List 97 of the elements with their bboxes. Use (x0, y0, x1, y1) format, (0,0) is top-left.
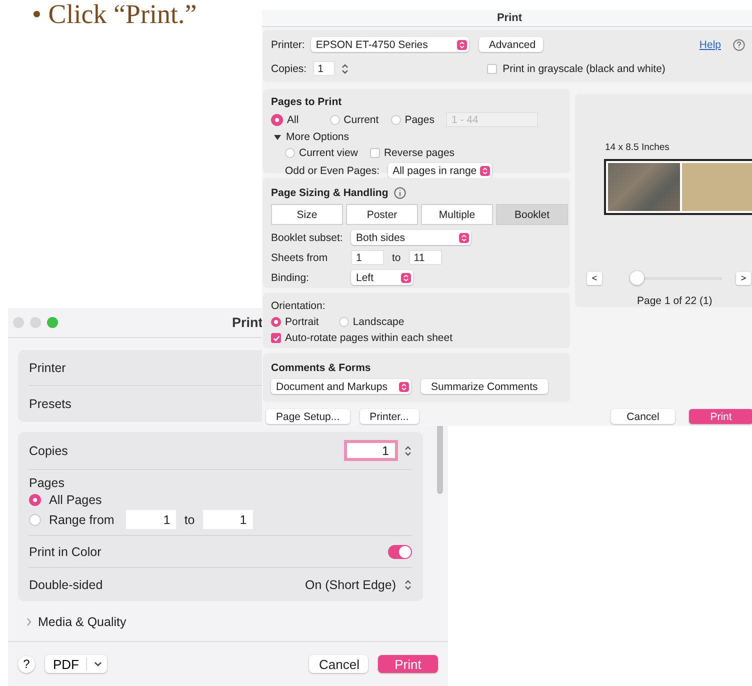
pdf-menu-button[interactable]: PDF (45, 655, 107, 673)
toggle-switch[interactable] (388, 544, 412, 558)
comments-dropdown[interactable]: Document and Markups (271, 379, 411, 394)
copies-label: Copies (29, 444, 68, 458)
dropdown-arrows-icon (399, 382, 409, 392)
radio-button[interactable] (271, 114, 283, 126)
range-from-field[interactable]: 1 (126, 510, 176, 529)
pages-label: Pages (29, 476, 66, 490)
radio-button[interactable] (271, 317, 281, 327)
dropdown-arrows-icon (459, 232, 469, 242)
photo-placeholder (682, 163, 752, 211)
mode-tab[interactable]: Booklet (496, 204, 568, 225)
dropdown-arrows-icon (401, 272, 411, 282)
print-button[interactable]: Print (378, 655, 438, 673)
section-title: Page Sizing & Handling (271, 187, 388, 199)
media-quality-label[interactable]: Media & Quality (38, 615, 126, 629)
help-icon[interactable] (733, 38, 745, 50)
radio-option[interactable]: All Pages (29, 493, 102, 507)
radio-button[interactable] (390, 114, 401, 124)
page-count-label: Page 1 of 22 (1) (637, 295, 714, 307)
window-title: Print (232, 315, 263, 330)
booklet-subset-dropdown[interactable]: Both sides (351, 230, 471, 245)
odd-even-dropdown[interactable]: All pages in range (388, 163, 492, 178)
minimize-icon[interactable] (30, 317, 41, 328)
range-to-field[interactable]: 1 (202, 510, 253, 529)
advanced-button[interactable]: Advanced (478, 37, 543, 52)
sheets-label: Sheets from (271, 252, 329, 264)
photo-placeholder (608, 163, 680, 211)
radio-button[interactable] (29, 494, 41, 506)
double-sided-value[interactable]: On (Short Edge) (304, 578, 396, 592)
radio-option[interactable]: Current (330, 114, 379, 126)
radio-button[interactable] (29, 514, 41, 526)
next-page-button[interactable]: > (736, 272, 751, 284)
radio-option[interactable]: All (271, 114, 299, 126)
stepper-icon[interactable] (404, 578, 412, 592)
help-button[interactable]: ? (18, 656, 35, 672)
checkbox-option[interactable]: Reverse pages (370, 147, 455, 159)
more-options-label[interactable]: More Options (286, 131, 350, 143)
radio-option[interactable]: Pages (390, 114, 434, 126)
close-icon[interactable] (13, 317, 24, 328)
binding-dropdown[interactable]: Left (351, 270, 413, 285)
stepper-icon[interactable] (404, 444, 412, 458)
printer-dropdown[interactable]: EPSON ET-4750 Series (310, 37, 469, 52)
section-title: Orientation: (271, 300, 326, 312)
sheets-from-field[interactable]: 1 (351, 250, 384, 265)
grayscale-label: Print in grayscale (black and white) (502, 62, 666, 74)
radio-option[interactable]: Range from (29, 512, 114, 526)
info-icon[interactable] (394, 187, 406, 199)
printer-label: Printer: (271, 38, 305, 50)
window-title: Print (496, 12, 522, 24)
cancel-button[interactable]: Cancel (309, 655, 368, 673)
instruction-text: • Click “Print.” (32, 0, 197, 30)
pages-field[interactable]: 1 - 44 (446, 112, 538, 127)
section-title: Pages to Print (271, 96, 343, 108)
copies-field[interactable]: 1 (312, 61, 335, 76)
sheets-to-field[interactable]: 11 (408, 250, 442, 265)
triangle-down-icon[interactable] (274, 134, 281, 140)
checkbox[interactable] (486, 64, 497, 74)
dialog-button[interactable]: Printer... (360, 409, 419, 424)
radio-button[interactable] (338, 317, 349, 327)
to-label: to (184, 512, 195, 526)
slider-thumb[interactable] (630, 271, 644, 285)
radio-button[interactable] (285, 148, 295, 158)
print-button[interactable]: Print (689, 409, 752, 424)
checkbox[interactable] (271, 333, 281, 343)
previous-page-button[interactable]: < (587, 272, 602, 284)
summarize-comments-button[interactable]: Summarize Comments (421, 379, 548, 394)
checkbox[interactable] (370, 148, 380, 158)
mode-tab[interactable]: Size (271, 204, 343, 225)
row-label: Presets (29, 397, 72, 411)
checkbox-option[interactable]: Auto-rotate pages within each sheet (271, 332, 562, 344)
double-sided-label: Double-sided (29, 578, 103, 592)
copies-label: Copies: (271, 62, 307, 74)
odd-even-label: Odd or Even Pages: (285, 164, 380, 176)
chevron-down-icon[interactable] (94, 661, 102, 667)
dropdown-arrows-icon (480, 166, 490, 176)
radio-option[interactable]: Portrait (271, 316, 319, 328)
chevron-right-icon[interactable] (26, 618, 32, 626)
mode-tab[interactable]: Poster (346, 204, 418, 225)
radio-option[interactable]: Current view (285, 147, 358, 159)
dropdown-arrows-icon (456, 40, 467, 50)
copies-field[interactable]: 1 (344, 440, 398, 461)
booklet-subset-label: Booklet subset: (271, 232, 344, 244)
dialog-button[interactable]: Page Setup... (266, 409, 350, 424)
cancel-button[interactable]: Cancel (611, 409, 675, 424)
radio-button[interactable] (330, 114, 340, 124)
radio-option[interactable]: Landscape (338, 316, 404, 328)
print-in-color-label: Print in Color (29, 544, 102, 558)
to-label: to (392, 252, 401, 264)
paper-size-label: 14 x 8.5 Inches (605, 142, 670, 154)
help-link[interactable]: Help (699, 38, 721, 50)
row-label: Printer (29, 360, 66, 374)
zoom-icon[interactable] (47, 317, 58, 328)
section-title: Comments & Forms (271, 362, 372, 374)
stepper-icon[interactable] (340, 62, 349, 74)
binding-label: Binding: (271, 272, 310, 284)
mode-tab[interactable]: Multiple (421, 204, 493, 225)
